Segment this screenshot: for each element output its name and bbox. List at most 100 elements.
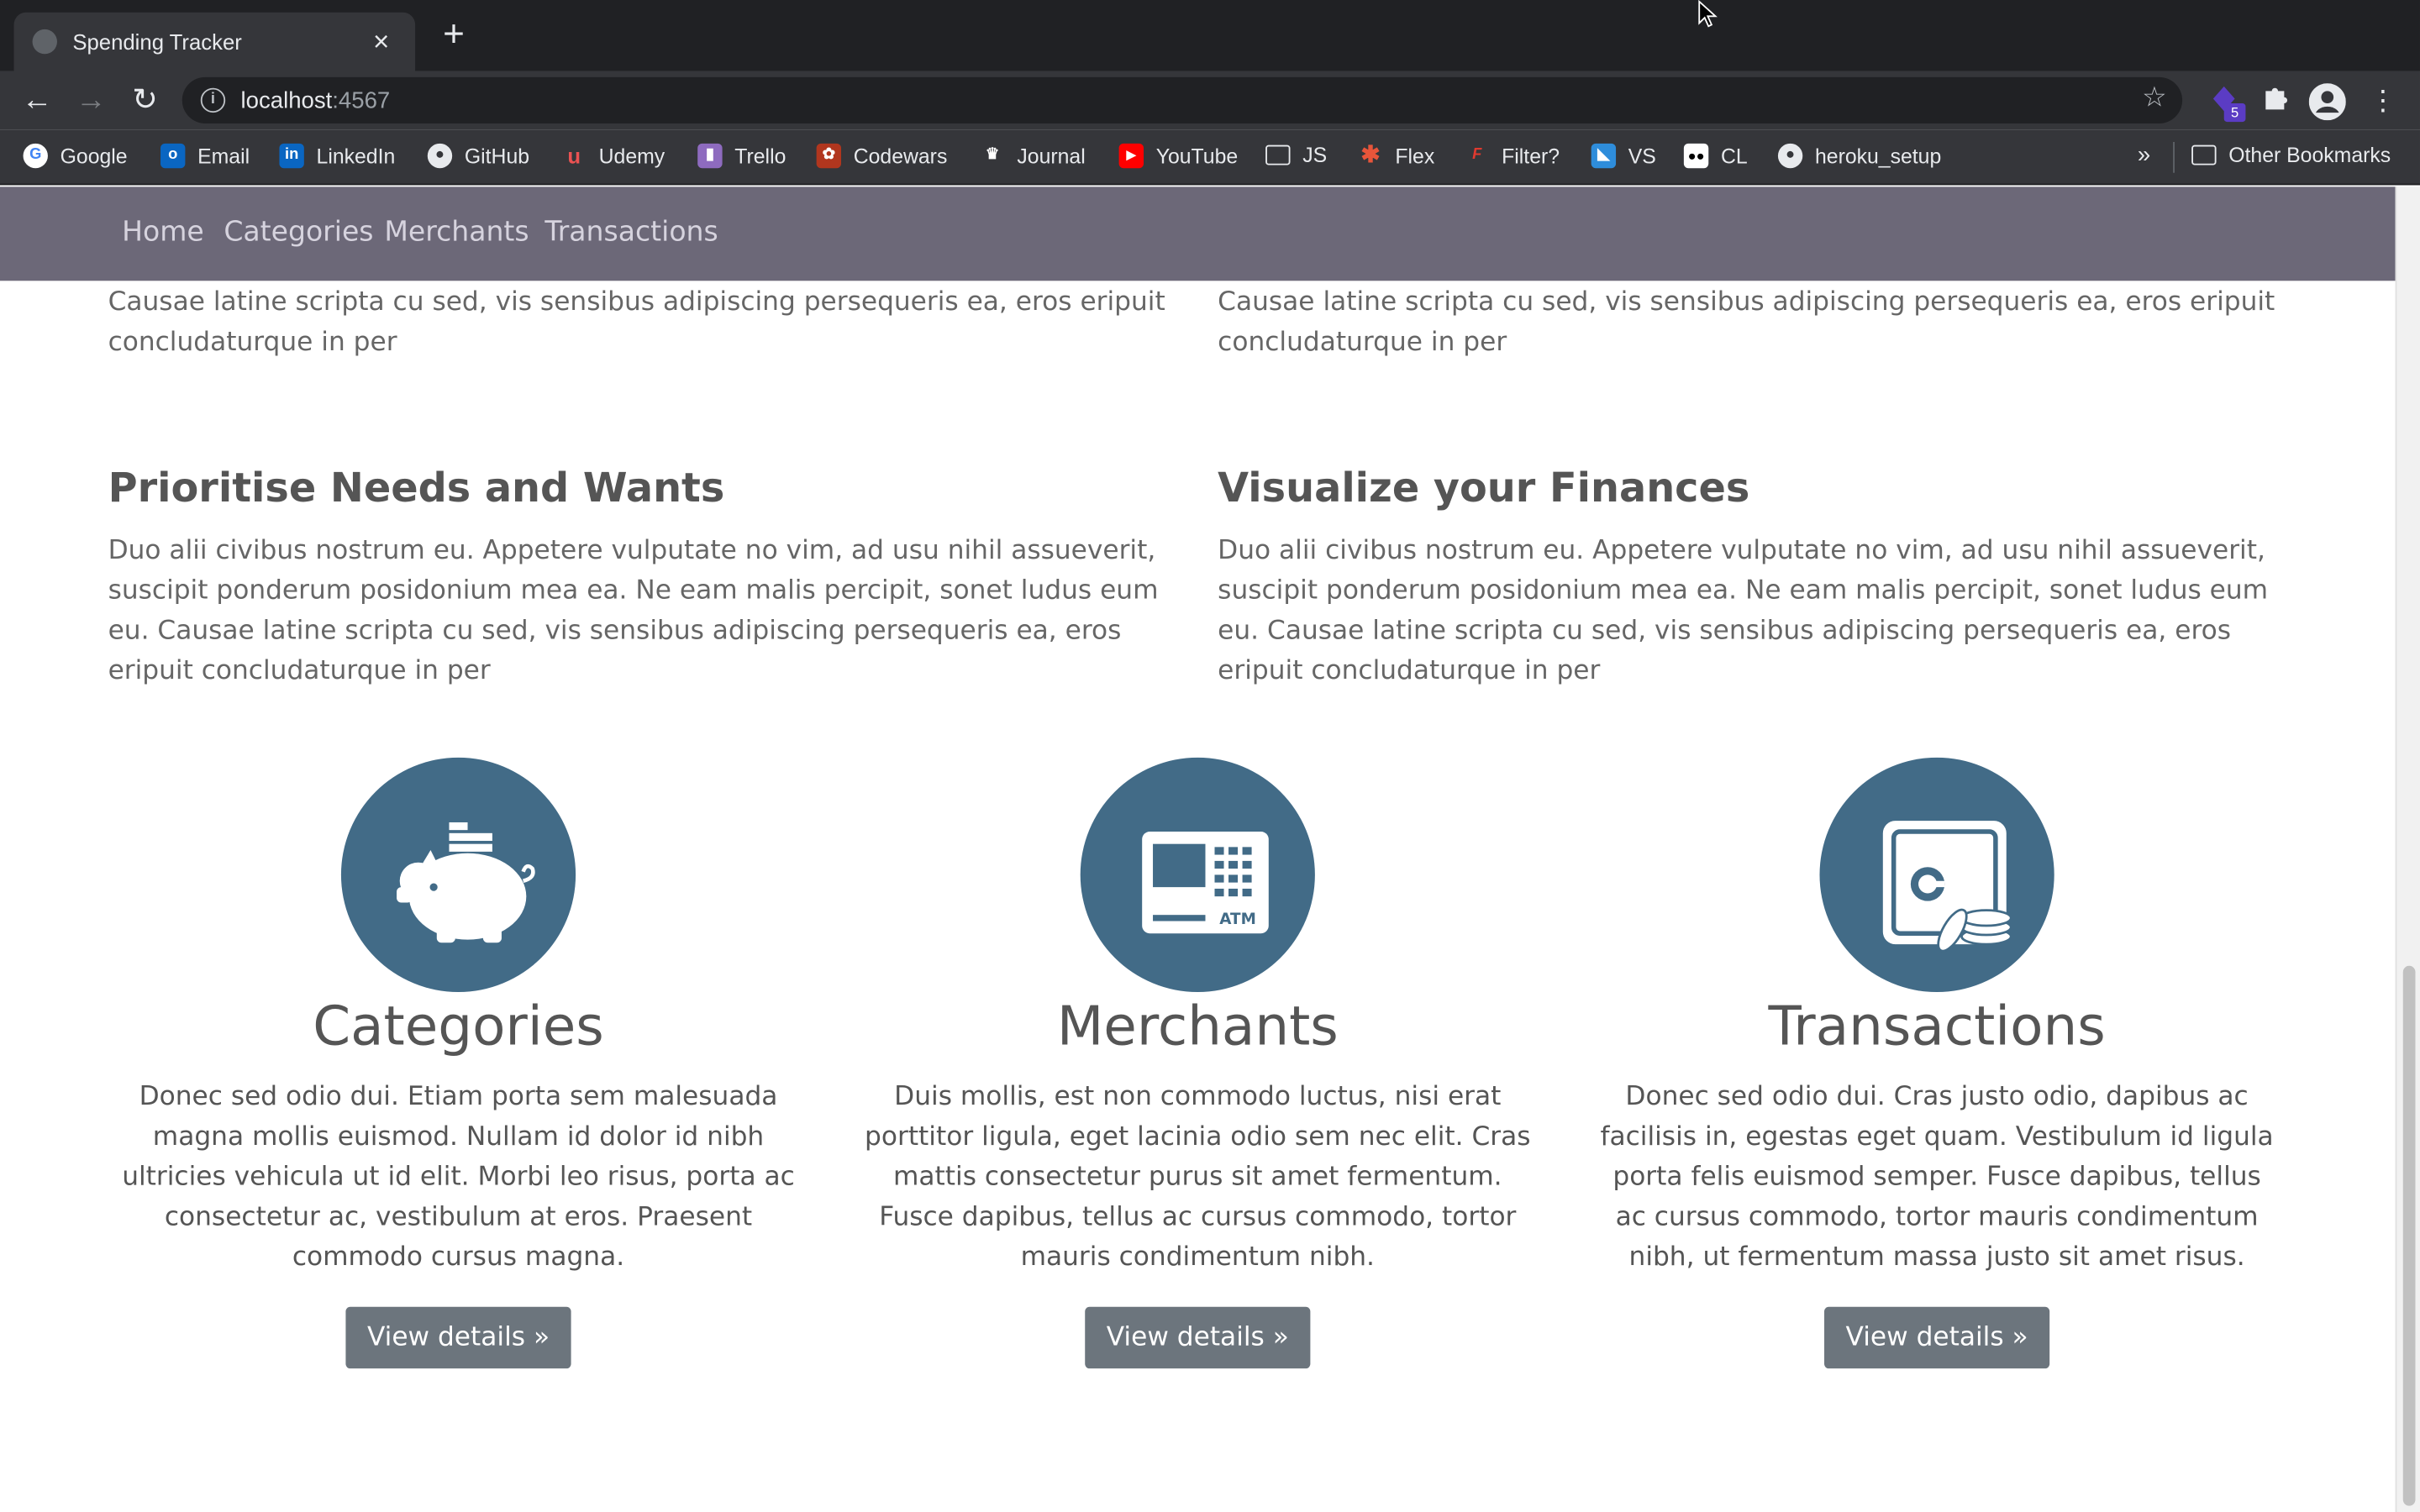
- transactions-circle: [1819, 757, 2054, 993]
- url-host: localhost: [240, 87, 333, 113]
- bookmark-label: Flex: [1395, 144, 1435, 168]
- safe-coins-icon: [1882, 821, 2012, 953]
- browser-toolbar: ← → ↻ i localhost:4567 ☆ ⋮: [0, 71, 2420, 130]
- scrollbar-thumb[interactable]: [2402, 965, 2416, 1506]
- bookmark-label: LinkedIn: [316, 144, 396, 168]
- bookmark-label: YouTube: [1155, 144, 1239, 168]
- bookmark-filter[interactable]: F Filter?: [1465, 144, 1560, 168]
- atm-icon: ATM: [1142, 831, 1269, 934]
- bookmarks-bar: G Google o Email in LinkedIn ● GitHub u Udemy…: [0, 129, 2420, 186]
- udemy-icon: u: [567, 143, 581, 169]
- merchants-title: Merchants: [1056, 996, 1339, 1058]
- reload-icon[interactable]: ↻: [125, 81, 166, 121]
- linkedin-icon: in: [279, 143, 304, 169]
- transactions-view-details-button[interactable]: View details »: [1823, 1306, 2050, 1369]
- back-arrow-icon[interactable]: ←: [17, 81, 57, 121]
- bookmark-label: Google: [60, 144, 128, 168]
- filter-icon: F: [1472, 146, 1482, 164]
- close-tab-icon[interactable]: ×: [366, 25, 397, 58]
- extension-badge: 5: [2223, 103, 2246, 123]
- transactions-description: Donec sed odio dui. Cras justo odio, dap…: [1600, 1081, 2274, 1273]
- bookmark-label: GitHub: [464, 144, 530, 168]
- other-bookmarks-label: Other Bookmarks: [2228, 143, 2391, 167]
- bookmark-label: Trello: [734, 144, 786, 168]
- new-tab-icon[interactable]: +: [435, 16, 472, 55]
- bookmark-cl[interactable]: ●● CL: [1683, 143, 1748, 169]
- nav-link-transactions[interactable]: Transactions: [544, 216, 718, 249]
- piggy-bank-icon: [397, 822, 535, 943]
- bookmark-label: Filter?: [1502, 144, 1560, 168]
- transactions-title: Transactions: [1768, 996, 2106, 1058]
- bookmark-star-icon[interactable]: ☆: [2142, 81, 2167, 114]
- feature-title-visualize: Visualize your Finances: [1218, 465, 1750, 512]
- github-icon: ●: [427, 143, 453, 169]
- categories-circle: [340, 757, 576, 993]
- google-icon: G: [23, 143, 48, 169]
- nav-link-merchants[interactable]: Merchants: [384, 216, 529, 249]
- categories-column: Categories Donec sed odio dui. Etiam por…: [118, 757, 797, 1369]
- bookmarks-overflow-button[interactable]: »: [2138, 142, 2150, 168]
- bookmark-journal[interactable]: ♛ Journal: [980, 144, 1086, 168]
- bookmark-heroku-setup[interactable]: ● heroku_setup: [1777, 143, 1942, 169]
- bookmark-youtube[interactable]: ▶ YouTube: [1118, 143, 1239, 169]
- bookmark-linkedin[interactable]: in LinkedIn: [279, 143, 396, 169]
- browser-menu-icon[interactable]: ⋮: [2365, 83, 2402, 120]
- bookmark-codewars[interactable]: ✿ Codewars: [816, 143, 948, 169]
- globe-icon: [32, 29, 57, 55]
- profile-icon[interactable]: [2308, 83, 2346, 121]
- bookmark-label: heroku_setup: [1814, 144, 1942, 168]
- bookmark-udemy[interactable]: u Udemy: [562, 143, 665, 169]
- address-bar[interactable]: i localhost:4567 ☆: [182, 76, 2183, 123]
- page-content: Home Categories Merchants Transactions C…: [0, 186, 2396, 1512]
- browser-tabstrip: Spending Tracker × +: [0, 0, 2420, 71]
- trello-icon: ▮: [697, 143, 723, 169]
- bookmark-trello[interactable]: ▮ Trello: [697, 143, 786, 169]
- bookmarks-divider: [2173, 141, 2175, 173]
- extensions-puzzle-icon[interactable]: [2256, 83, 2293, 120]
- merchants-view-details-button[interactable]: View details »: [1085, 1306, 1311, 1369]
- bookmark-label: VS: [1628, 144, 1656, 168]
- bookmark-label: Journal: [1017, 144, 1086, 168]
- bookmark-vs[interactable]: ◣ VS: [1591, 143, 1656, 169]
- tab-title: Spending Tracker: [72, 29, 242, 55]
- svg-text:ATM: ATM: [1219, 911, 1256, 928]
- vscode-icon: ◣: [1591, 143, 1617, 169]
- screen: Spending Tracker × + ← → ↻ i localhost:4…: [0, 0, 2420, 1512]
- medium-icon: ●●: [1683, 143, 1709, 169]
- codewars-icon: ✿: [816, 143, 842, 169]
- github-icon: ●: [1777, 143, 1803, 169]
- page-scrollbar[interactable]: [2395, 186, 2420, 1512]
- folder-icon: [2191, 144, 2217, 165]
- nav-link-categories[interactable]: Categories: [224, 216, 373, 249]
- bookmark-email[interactable]: o Email: [160, 143, 250, 169]
- bookmark-github[interactable]: ● GitHub: [427, 143, 530, 169]
- categories-view-details-button[interactable]: View details »: [345, 1306, 571, 1369]
- bookmark-flex[interactable]: ✱ Flex: [1358, 141, 1435, 169]
- forward-arrow-icon[interactable]: →: [71, 81, 111, 121]
- outlook-icon: o: [160, 143, 186, 169]
- feature-text-prioritise: Duo alii civibus nostrum eu. Appetere vu…: [108, 535, 1159, 687]
- site-info-icon[interactable]: i: [200, 87, 226, 113]
- bookmark-folder-js[interactable]: JS: [1265, 143, 1328, 167]
- merchants-description: Duis mollis, est non commodo luctus, nis…: [865, 1081, 1531, 1273]
- feature-text-visualize: Duo alii civibus nostrum eu. Appetere vu…: [1218, 535, 2269, 687]
- bookmark-label: Codewars: [853, 144, 948, 168]
- transactions-column: Transactions Donec sed odio dui. Cras ju…: [1597, 757, 2276, 1369]
- flex-icon: ✱: [1360, 141, 1381, 169]
- youtube-icon: ▶: [1118, 143, 1144, 169]
- merchants-circle: ATM: [1080, 757, 1315, 993]
- bookmark-label: CL: [1720, 144, 1748, 168]
- url-port: :4567: [332, 87, 391, 113]
- merchants-column: ATM Merchants Duis mollis, est non commo…: [858, 757, 1537, 1369]
- feature-text-top-left: Causae latine scripta cu sed, vis sensib…: [108, 286, 1165, 359]
- browser-tab[interactable]: Spending Tracker ×: [13, 12, 416, 71]
- feature-title-prioritise: Prioritise Needs and Wants: [108, 465, 725, 512]
- site-navbar: Home Categories Merchants Transactions: [0, 186, 2396, 281]
- other-bookmarks[interactable]: Other Bookmarks: [2191, 143, 2391, 167]
- bookmark-google[interactable]: G Google: [23, 143, 128, 169]
- bookmark-label: JS: [1302, 143, 1328, 167]
- journal-icon: ♛: [985, 146, 1000, 164]
- bookmark-label: Email: [197, 144, 250, 168]
- categories-title: Categories: [313, 996, 604, 1058]
- nav-link-home[interactable]: Home: [122, 216, 204, 249]
